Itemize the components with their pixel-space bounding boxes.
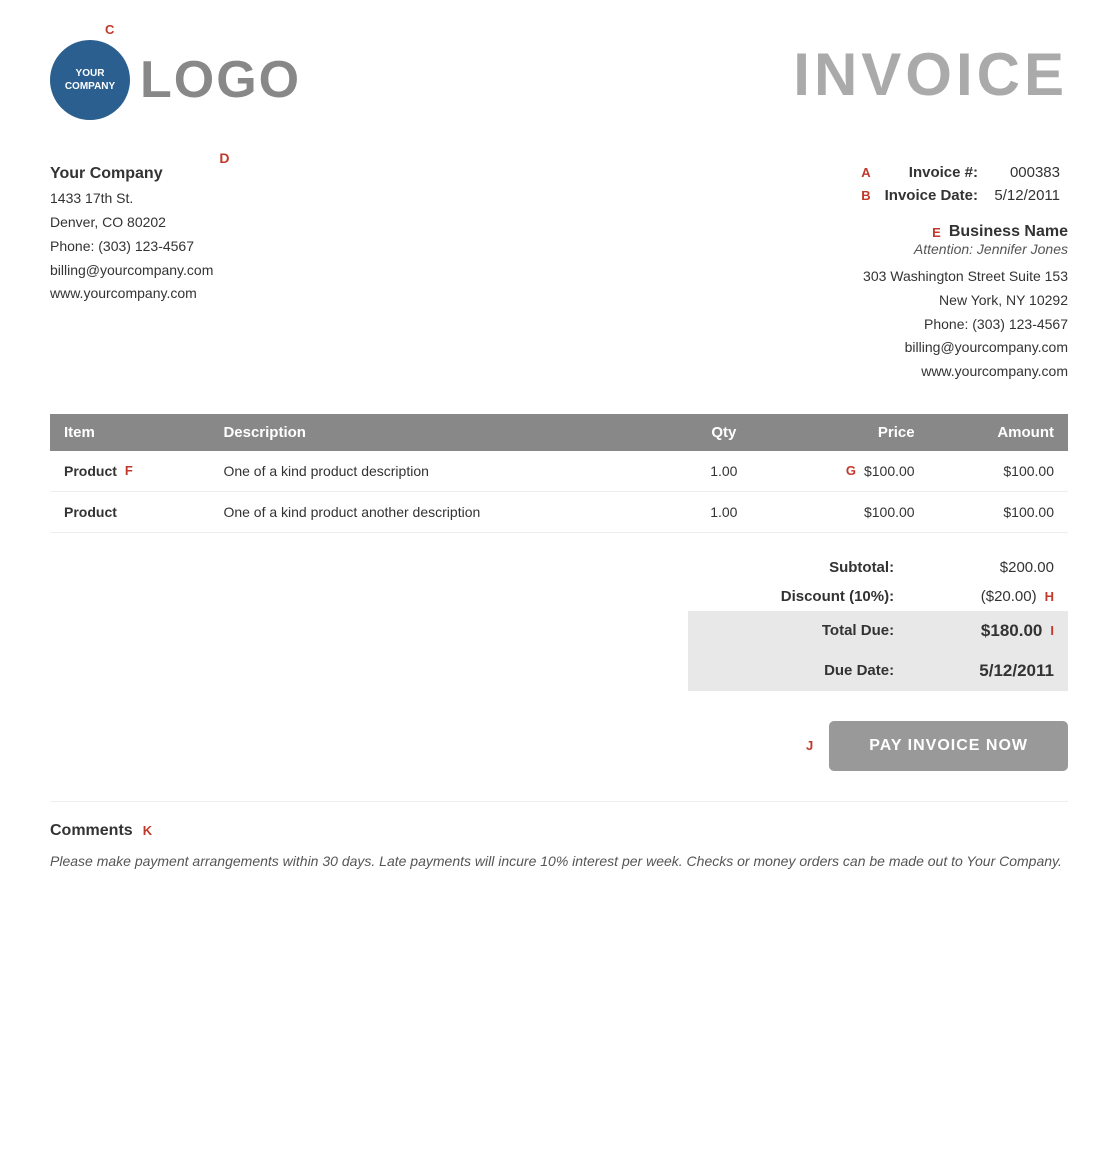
right-column: A Invoice #: 000383 B Invoice Date: 5/12… [559, 150, 1068, 384]
invoice-meta: A Invoice #: 000383 B Invoice Date: 5/12… [559, 160, 1068, 208]
table-header: Item Description Qty Price Amount [50, 414, 1068, 451]
invoice-header: C YOUR COMPANY LOGO INVOICE [50, 40, 1068, 120]
invoice-title: INVOICE [793, 40, 1068, 109]
row1-description: One of a kind product description [209, 451, 678, 492]
col-price: Price [769, 414, 928, 451]
invoice-number-label: Invoice #: [879, 162, 984, 183]
k-marker-label: K [143, 823, 152, 838]
row1-qty: 1.00 [678, 451, 769, 492]
company-address2: Denver, CO 80202 [50, 211, 213, 235]
recipient-attention: Attention: Jennifer Jones [559, 241, 1068, 257]
due-date-value: 5/12/2011 [908, 651, 1068, 691]
j-marker-label: J [806, 738, 813, 753]
items-table: Item Description Qty Price Amount Produc… [50, 414, 1068, 533]
totals-inner-table: Subtotal: $200.00 Discount (10%): ($20.0… [688, 553, 1068, 691]
recipient-website: www.yourcompany.com [559, 360, 1068, 384]
subtotal-row: Subtotal: $200.00 [688, 553, 1068, 582]
comments-section: Comments K Please make payment arrangeme… [50, 801, 1068, 874]
logo-area: C YOUR COMPANY LOGO [50, 40, 301, 120]
table-row: Product One of a kind product another de… [50, 491, 1068, 532]
logo-text: LOGO [140, 50, 301, 110]
sender-info: Your Company 1433 17th St. Denver, CO 80… [50, 150, 508, 384]
i-marker-label: I [1050, 623, 1054, 638]
recipient-address1: 303 Washington Street Suite 153 [559, 265, 1068, 289]
comments-header: Comments K [50, 822, 1068, 840]
e-marker-label: E [932, 225, 941, 240]
invoice-number-value: 000383 [986, 162, 1066, 183]
col-amount: Amount [929, 414, 1068, 451]
row2-amount: $100.00 [929, 491, 1068, 532]
logo-circle-line1: YOUR [65, 67, 115, 80]
row1-item: Product F [50, 451, 209, 492]
invoice-date-label: Invoice Date: [879, 185, 984, 206]
company-logo-circle: YOUR COMPANY [50, 40, 130, 120]
comments-text: Please make payment arrangements within … [50, 850, 1068, 874]
recipient-phone: Phone: (303) 123-4567 [559, 313, 1068, 337]
col-description: Description [209, 414, 678, 451]
subtotal-value: $200.00 [908, 553, 1068, 582]
discount-label: Discount (10%): [688, 582, 908, 611]
table-body: Product F One of a kind product descript… [50, 451, 1068, 533]
company-email: billing@yourcompany.com [50, 259, 213, 283]
subtotal-label: Subtotal: [688, 553, 908, 582]
table-row: Product F One of a kind product descript… [50, 451, 1068, 492]
row2-item: Product [50, 491, 209, 532]
g-marker-label: G [846, 463, 856, 478]
recipient-block: E Business Name Attention: Jennifer Jone… [559, 223, 1068, 384]
total-due-label: Total Due: [688, 611, 908, 651]
company-phone: Phone: (303) 123-4567 [50, 235, 213, 259]
row1-price: G $100.00 [769, 451, 928, 492]
company-website: www.yourcompany.com [50, 282, 213, 306]
col-qty: Qty [678, 414, 769, 451]
company-info: Your Company 1433 17th St. Denver, CO 80… [50, 160, 213, 306]
invoice-meta-table: A Invoice #: 000383 B Invoice Date: 5/12… [853, 160, 1068, 208]
c-marker-label: C [105, 22, 114, 37]
company-address1: 1433 17th St. [50, 187, 213, 211]
discount-row: Discount (10%): ($20.00) H [688, 582, 1068, 611]
header-details: Your Company 1433 17th St. Denver, CO 80… [50, 150, 1068, 384]
recipient-address2: New York, NY 10292 [559, 289, 1068, 313]
discount-value: ($20.00) H [908, 582, 1068, 611]
logo-circle-line2: COMPANY [65, 80, 115, 93]
due-date-label: Due Date: [688, 651, 908, 691]
invoice-date-marker: B [855, 185, 876, 206]
totals-section: Subtotal: $200.00 Discount (10%): ($20.0… [50, 553, 1068, 691]
row2-description: One of a kind product another descriptio… [209, 491, 678, 532]
company-name: Your Company [50, 160, 213, 187]
h-marker-label: H [1045, 589, 1054, 604]
recipient-email: billing@yourcompany.com [559, 336, 1068, 360]
pay-invoice-button[interactable]: PAY INVOICE NOW [829, 721, 1068, 771]
table-header-row: Item Description Qty Price Amount [50, 414, 1068, 451]
invoice-date-value: 5/12/2011 [986, 185, 1066, 206]
total-due-value: $180.00 I [908, 611, 1068, 651]
d-marker-label: D [219, 150, 229, 166]
invoice-number-row: A Invoice #: 000383 [855, 162, 1066, 183]
f-marker-label: F [125, 463, 133, 478]
total-due-row: Total Due: $180.00 I [688, 611, 1068, 651]
row2-price: $100.00 [769, 491, 928, 532]
recipient-address: 303 Washington Street Suite 153 New York… [559, 265, 1068, 384]
due-date-row: Due Date: 5/12/2011 [688, 651, 1068, 691]
row2-qty: 1.00 [678, 491, 769, 532]
col-item: Item [50, 414, 209, 451]
comments-label: Comments [50, 822, 133, 840]
pay-section: J PAY INVOICE NOW [50, 721, 1068, 771]
invoice-date-row: B Invoice Date: 5/12/2011 [855, 185, 1066, 206]
recipient-business-name: Business Name [949, 223, 1068, 241]
invoice-number-marker: A [855, 162, 876, 183]
totals-table: Subtotal: $200.00 Discount (10%): ($20.0… [688, 553, 1068, 691]
row1-amount: $100.00 [929, 451, 1068, 492]
